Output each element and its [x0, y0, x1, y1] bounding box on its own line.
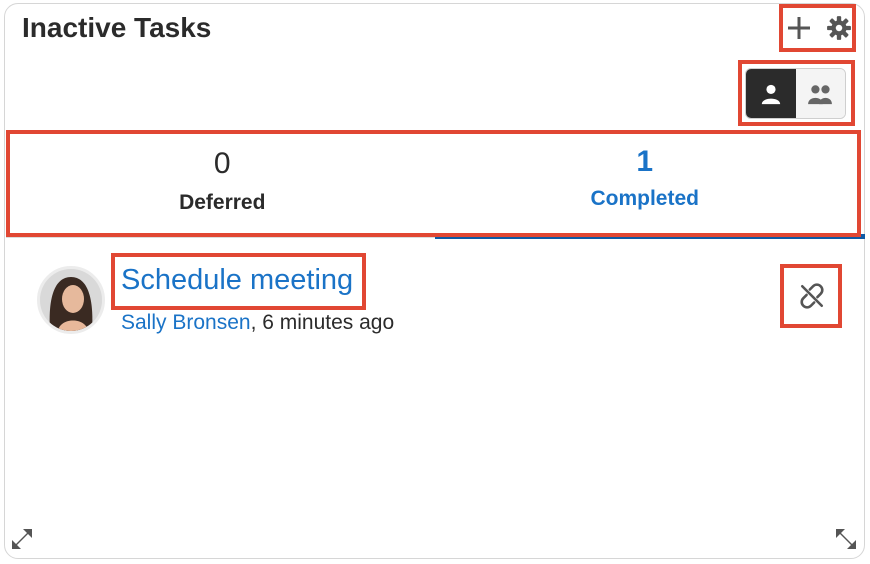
assigned-user-link[interactable]: Sally Bronsen [121, 311, 251, 334]
resize-arrows-icon [836, 529, 856, 549]
single-user-icon [761, 84, 780, 104]
plus-icon [788, 17, 810, 39]
team-users-icon [808, 84, 833, 104]
team-items-toggle[interactable] [795, 69, 845, 118]
settings-button[interactable] [824, 13, 854, 43]
my-items-toggle[interactable] [746, 69, 796, 118]
task-title-link[interactable]: Schedule meeting [121, 264, 353, 297]
task-time: , 6 minutes ago [250, 311, 395, 334]
avatar[interactable] [37, 266, 105, 334]
assignment-filter-toggle [745, 68, 846, 119]
expand-button[interactable] [8, 525, 36, 553]
unlink-icon [800, 283, 824, 309]
gear-icon [827, 16, 851, 40]
unlink-button[interactable] [785, 268, 839, 324]
expand-arrows-icon [12, 529, 32, 549]
add-button[interactable] [785, 13, 813, 43]
resize-button[interactable] [832, 525, 860, 553]
dashlet-title: Inactive Tasks [22, 12, 212, 43]
user-photo [40, 269, 102, 331]
tabs-highlight [6, 130, 861, 237]
task-meta: Sally Bronsen, 6 minutes ago [121, 311, 394, 335]
